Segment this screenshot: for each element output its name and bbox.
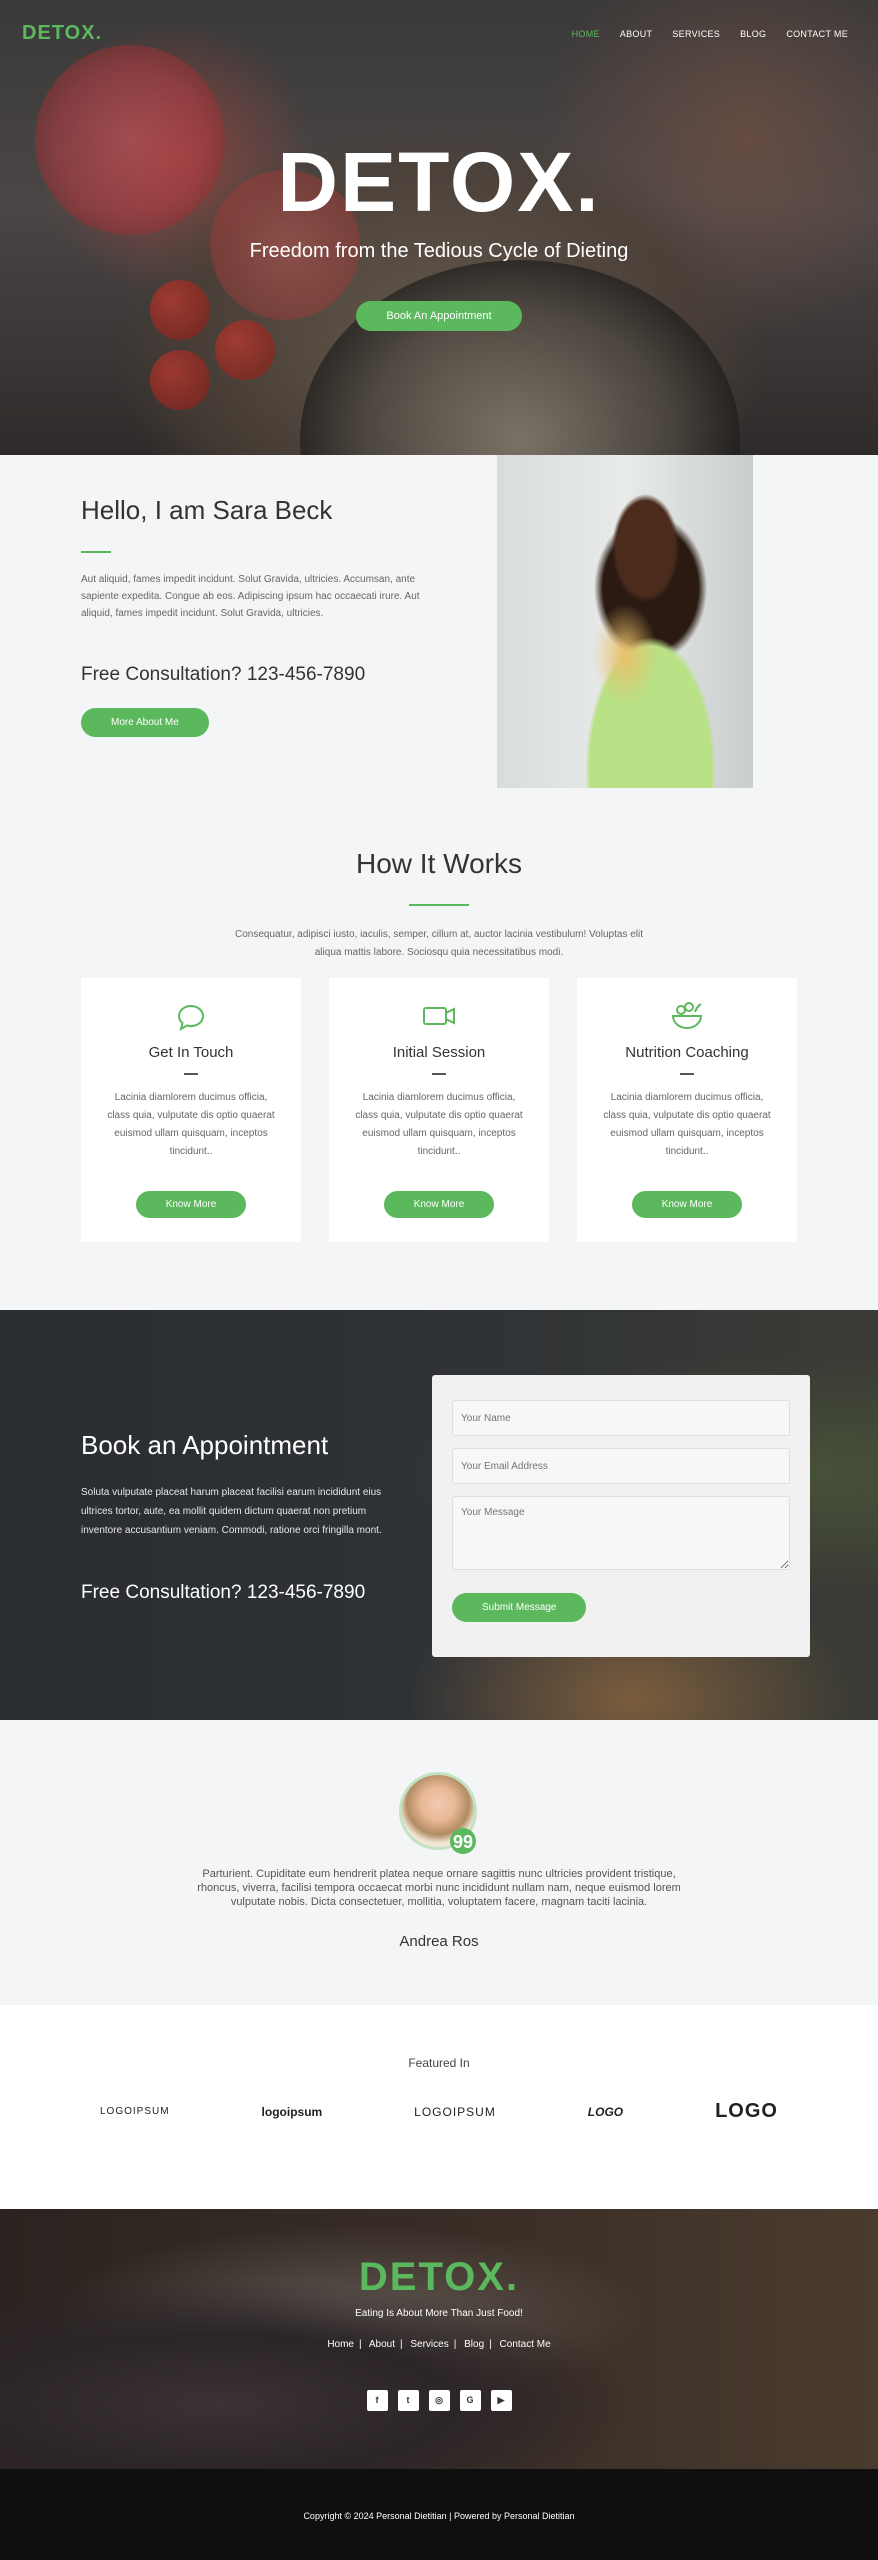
submit-message-button[interactable]: Submit Message <box>452 1593 587 1622</box>
card-body: Lacinia diamlorem ducimus officia, class… <box>355 1092 523 1157</box>
featured-logos: LOGOIPSUM logoipsum LOGOIPSUM LOGO LOGO <box>100 2100 778 2123</box>
footer-link-contact[interactable]: Contact Me <box>500 2339 551 2350</box>
testimonial-author: Andrea Ros <box>399 1933 479 1950</box>
card-body: Lacinia diamlorem ducimus officia, class… <box>107 1092 275 1157</box>
featured-in-section: Featured In LOGOIPSUM logoipsum LOGOIPSU… <box>0 2005 878 2209</box>
card-divider <box>184 1073 198 1075</box>
know-more-button[interactable]: Know More <box>631 1191 743 1218</box>
social-links: f t ◎ G ▶ <box>0 2390 878 2411</box>
testimonial-section: 99 Parturient. Cupiditate eum hendrerit … <box>0 1720 878 2005</box>
how-it-works-lead: Consequatur, adipisci iusto, iaculis, se… <box>235 929 643 958</box>
more-about-me-button[interactable]: More About Me <box>81 708 209 737</box>
hero-content: DETOX. Freedom from the Tedious Cycle of… <box>0 140 878 331</box>
featured-logo-3: LOGOIPSUM <box>414 2104 496 2119</box>
appointment-text: Book an Appointment Soluta vulputate pla… <box>81 1430 401 1604</box>
service-card-get-in-touch: Get In Touch Lacinia diamlorem ducimus o… <box>81 978 301 1242</box>
dietitian-photo <box>497 455 753 788</box>
title-divider <box>409 904 469 906</box>
chat-bubble-icon <box>171 996 211 1036</box>
hero-logo: DETOX. <box>277 135 601 229</box>
site-logo[interactable]: DETOX. <box>22 22 102 45</box>
facebook-icon[interactable]: f <box>366 2390 388 2411</box>
nav-item-contact[interactable]: CONTACT ME <box>786 29 848 39</box>
know-more-button[interactable]: Know More <box>383 1191 495 1218</box>
nav-menu: HOME ABOUT SERVICES BLOG CONTACT ME <box>572 29 848 39</box>
about-section: Hello, I am Sara Beck Aut aliquid, fames… <box>0 455 878 788</box>
service-cards: Get In Touch Lacinia diamlorem ducimus o… <box>81 978 797 1242</box>
featured-title: Featured In <box>408 2056 470 2070</box>
nav-item-blog[interactable]: BLOG <box>740 29 766 39</box>
footer: DETOX. Eating Is About More Than Just Fo… <box>0 2209 878 2469</box>
footer-link-about[interactable]: About <box>369 2339 395 2350</box>
twitter-icon[interactable]: t <box>397 2390 419 2411</box>
footer-links: Home | About | Services | Blog | Contact Me <box>0 2339 878 2350</box>
hero-subtitle: Freedom from the Tedious Cycle of Dietin… <box>249 240 629 262</box>
card-title: Initial Session <box>392 1044 486 1061</box>
consultation-phone: Free Consultation? 123-456-7890 <box>81 1582 366 1603</box>
featured-logo-1: LOGOIPSUM <box>100 2106 170 2117</box>
footer-link-services[interactable]: Services <box>410 2339 448 2350</box>
footer-link-home[interactable]: Home <box>327 2339 354 2350</box>
link-separator: | <box>453 2339 457 2350</box>
card-title: Get In Touch <box>148 1044 234 1061</box>
consultation-phone: Free Consultation? 123-456-7890 <box>81 664 366 685</box>
youtube-icon[interactable]: ▶ <box>490 2390 512 2411</box>
title-divider <box>81 551 111 553</box>
featured-logo-2: logoipsum <box>261 2104 323 2119</box>
hero-section: DETOX. HOME ABOUT SERVICES BLOG CONTACT … <box>0 0 878 455</box>
google-icon[interactable]: G <box>459 2390 481 2411</box>
know-more-button[interactable]: Know More <box>135 1191 247 1218</box>
top-navigation: DETOX. HOME ABOUT SERVICES BLOG CONTACT … <box>22 22 848 45</box>
link-separator: | <box>489 2339 492 2350</box>
copyright-bar: Copyright © 2024 Personal Dietitian | Po… <box>0 2469 878 2560</box>
quote-icon: 99 <box>450 1828 476 1854</box>
service-card-initial-session: Initial Session Lacinia diamlorem ducimu… <box>329 978 549 1242</box>
appointment-body: Soluta vulputate placeat harum placeat f… <box>81 1487 382 1536</box>
how-it-works-title: How It Works <box>356 848 522 879</box>
name-input[interactable] <box>452 1400 790 1436</box>
card-title: Nutrition Coaching <box>625 1044 749 1061</box>
about-text: Hello, I am Sara Beck Aut aliquid, fames… <box>81 495 431 737</box>
card-divider <box>680 1073 694 1075</box>
featured-logo-5: LOGO <box>715 2100 778 2122</box>
salad-bowl-icon <box>667 996 707 1036</box>
how-it-works-section: How It Works Consequatur, adipisci iusto… <box>0 788 878 1310</box>
card-body: Lacinia diamlorem ducimus officia, class… <box>603 1092 771 1157</box>
appointment-title: Book an Appointment <box>81 1430 329 1460</box>
card-divider <box>432 1073 446 1075</box>
instagram-icon[interactable]: ◎ <box>428 2390 450 2411</box>
about-body: Aut aliquid, fames impedit incidunt. Sol… <box>81 574 420 619</box>
nav-item-services[interactable]: SERVICES <box>672 29 720 39</box>
service-card-nutrition-coaching: Nutrition Coaching Lacinia diamlorem duc… <box>577 978 797 1242</box>
book-appointment-button[interactable]: Book An Appointment <box>356 301 522 331</box>
testimonial-quote: Parturient. Cupiditate eum hendrerit pla… <box>197 1868 681 1908</box>
footer-logo[interactable]: DETOX. <box>0 2209 878 2300</box>
featured-logo-4: LOGO <box>587 2104 624 2119</box>
nav-item-about[interactable]: ABOUT <box>620 29 653 39</box>
about-title: Hello, I am Sara Beck <box>81 495 333 525</box>
video-camera-icon <box>419 996 459 1036</box>
footer-link-blog[interactable]: Blog <box>464 2339 484 2350</box>
message-textarea[interactable] <box>452 1496 790 1570</box>
footer-tagline: Eating Is About More Than Just Food! <box>355 2308 523 2319</box>
appointment-form: Submit Message <box>432 1375 810 1657</box>
link-separator: | <box>359 2339 362 2350</box>
email-input[interactable] <box>452 1448 790 1484</box>
tomato-image <box>150 350 210 410</box>
appointment-section: Book an Appointment Soluta vulputate pla… <box>0 1310 878 1720</box>
nav-item-home[interactable]: HOME <box>572 29 600 39</box>
link-separator: | <box>399 2339 403 2350</box>
